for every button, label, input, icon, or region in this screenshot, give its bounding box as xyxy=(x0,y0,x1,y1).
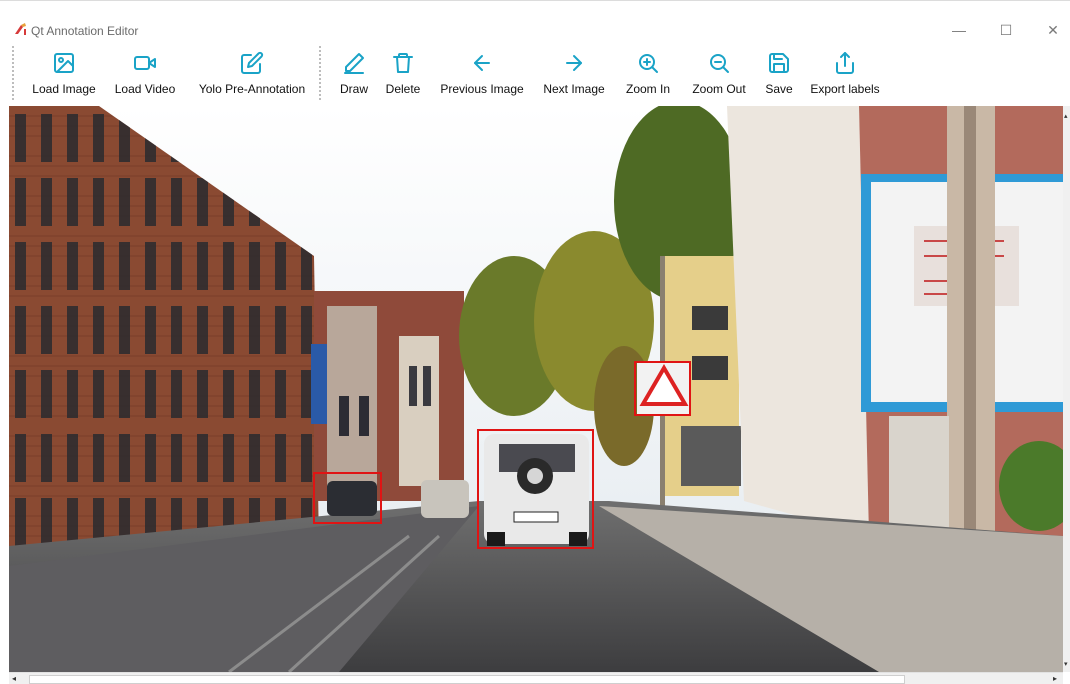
toolbar-grip[interactable] xyxy=(12,46,16,100)
arrow-right-icon xyxy=(562,51,586,75)
previous-image-label: Previous Image xyxy=(440,82,524,96)
zoom-out-button[interactable]: Zoom Out xyxy=(688,42,750,104)
toolbar-separator xyxy=(319,46,323,100)
load-image-label: Load Image xyxy=(32,82,96,96)
scroll-down-icon[interactable]: ▾ xyxy=(1064,660,1068,668)
title-bar: Qt Annotation Editor — ☐ ✕ xyxy=(0,0,1070,42)
export-labels-label: Export labels xyxy=(810,82,880,96)
scroll-left-icon[interactable]: ◂ xyxy=(12,674,16,683)
minimize-button[interactable]: — xyxy=(936,17,982,43)
next-image-button[interactable]: Next Image xyxy=(540,42,608,104)
image-canvas[interactable] xyxy=(9,106,1063,672)
zoom-out-label: Zoom Out xyxy=(692,82,746,96)
yolo-pre-annotation-label: Yolo Pre-Annotation xyxy=(198,82,306,96)
next-image-label: Next Image xyxy=(543,82,605,96)
video-icon xyxy=(133,51,157,75)
load-video-label: Load Video xyxy=(114,82,176,96)
pen-icon xyxy=(342,51,366,75)
bbox-suv[interactable] xyxy=(477,429,594,549)
scroll-right-icon[interactable]: ▸ xyxy=(1053,674,1057,683)
zoom-in-label: Zoom In xyxy=(625,82,670,96)
yolo-pre-annotation-button[interactable]: Yolo Pre-Annotation xyxy=(193,42,311,104)
bbox-traffic-sign[interactable] xyxy=(634,361,691,416)
zoom-in-icon xyxy=(636,51,660,75)
load-video-button[interactable]: Load Video xyxy=(111,42,179,104)
share-upload-icon xyxy=(833,51,857,75)
toolbar: Load Image Load Video Yolo Pre-Annotatio… xyxy=(0,42,1070,104)
draw-label: Draw xyxy=(339,82,368,96)
bbox-car[interactable] xyxy=(313,472,382,524)
edit-icon xyxy=(240,51,264,75)
load-image-button[interactable]: Load Image xyxy=(30,42,98,104)
horizontal-scroll-thumb[interactable] xyxy=(29,675,905,684)
maximize-button[interactable]: ☐ xyxy=(983,17,1029,43)
close-button[interactable]: ✕ xyxy=(1030,17,1070,43)
draw-button[interactable]: Draw xyxy=(336,42,372,104)
trash-icon xyxy=(391,51,415,75)
arrow-left-icon xyxy=(470,51,494,75)
horizontal-scrollbar[interactable]: ◂ ▸ xyxy=(9,672,1063,684)
zoom-in-button[interactable]: Zoom In xyxy=(622,42,674,104)
save-icon xyxy=(767,51,791,75)
save-button[interactable]: Save xyxy=(763,42,795,104)
delete-button[interactable]: Delete xyxy=(381,42,425,104)
zoom-out-icon xyxy=(707,51,731,75)
export-labels-button[interactable]: Export labels xyxy=(807,42,883,104)
delete-label: Delete xyxy=(385,82,421,96)
window-title: Qt Annotation Editor xyxy=(31,24,139,38)
save-label: Save xyxy=(765,82,793,96)
app-logo-icon xyxy=(15,23,26,35)
scroll-up-icon[interactable]: ▴ xyxy=(1064,112,1068,120)
street-scene-image xyxy=(9,106,1063,672)
vertical-scrollbar[interactable]: ▴ ▾ xyxy=(1063,106,1070,672)
image-icon xyxy=(52,51,76,75)
previous-image-button[interactable]: Previous Image xyxy=(437,42,527,104)
